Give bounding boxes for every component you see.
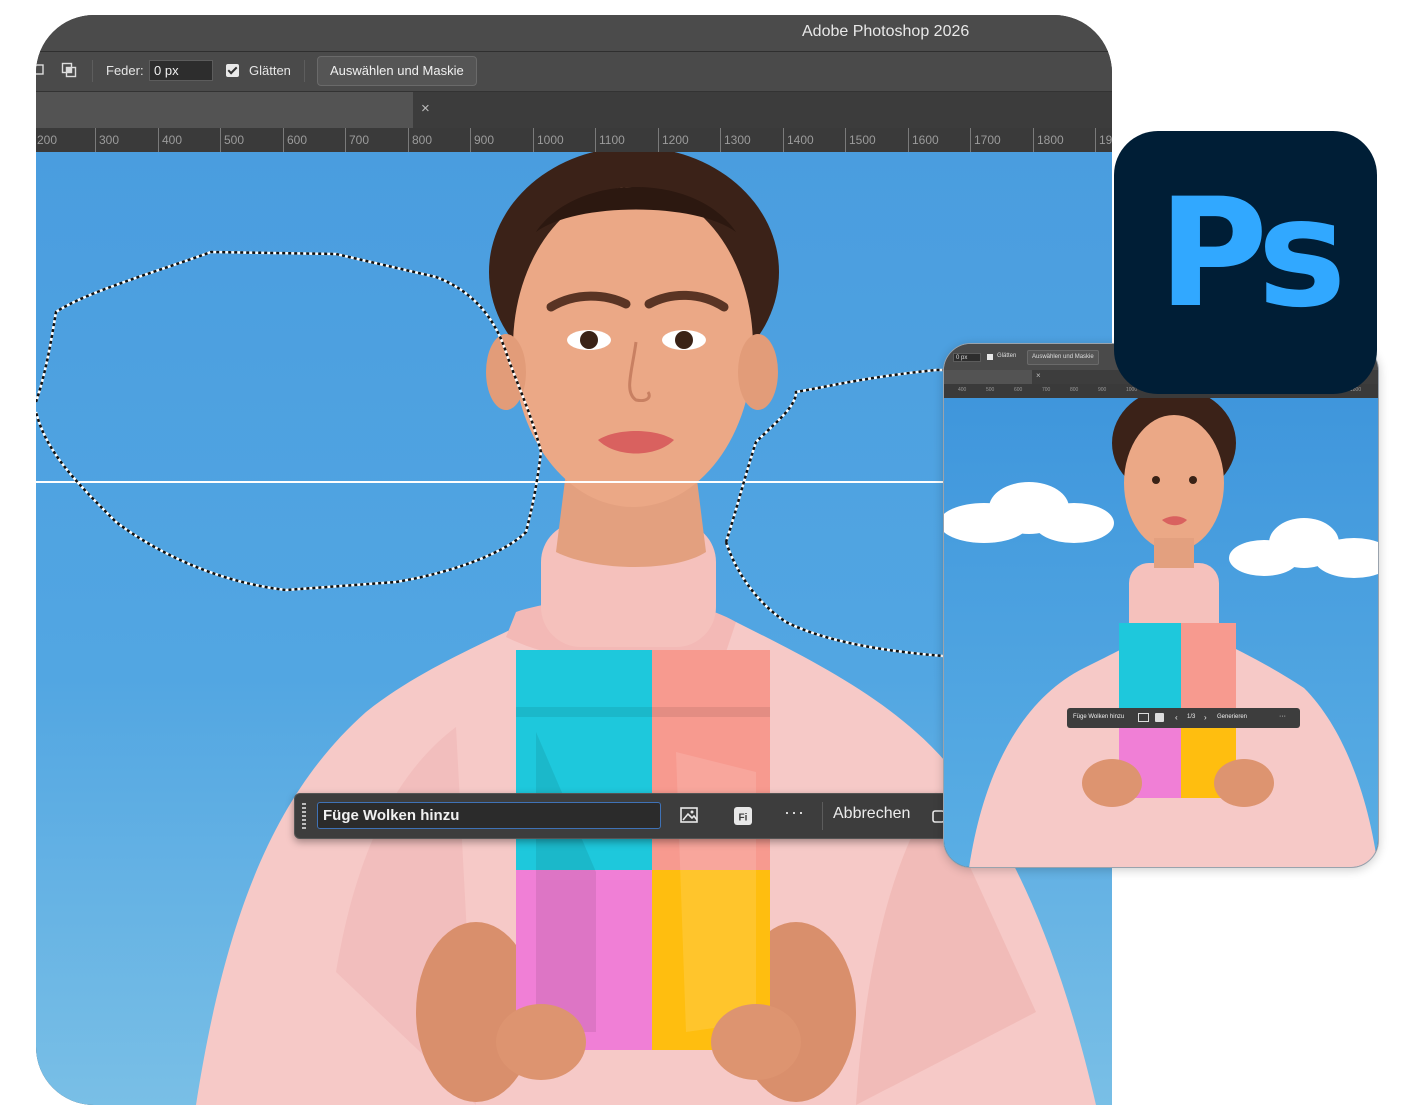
preview-close-tab-icon[interactable]: ×: [1036, 371, 1041, 380]
firefly-model-icon[interactable]: Fi: [732, 805, 754, 827]
preview-generate-button[interactable]: Generieren: [1217, 714, 1247, 720]
more-options-button[interactable]: ···: [784, 802, 805, 823]
preview-ruler-label: 400: [958, 387, 967, 393]
ruler-label: 1700: [970, 128, 1001, 152]
preview-ruler-label: 800: [1070, 387, 1079, 393]
ruler-label: 800: [408, 128, 432, 152]
preview-prompt-input[interactable]: Füge Wolken hinzu: [1073, 714, 1124, 720]
svg-text:Fi: Fi: [739, 813, 748, 824]
select-and-mask-button[interactable]: Auswählen und Maskie: [317, 56, 477, 86]
ruler-label: 700: [345, 128, 369, 152]
close-tab-icon[interactable]: ×: [421, 100, 430, 117]
ruler-label: 200: [36, 128, 57, 152]
preview-ruler-label: 900: [1098, 387, 1107, 393]
preview-reference-image-icon[interactable]: [1138, 713, 1149, 722]
ruler-label: 600: [283, 128, 307, 152]
preview-ruler-label: 700: [1042, 387, 1051, 393]
feather-label: Feder:: [106, 63, 144, 78]
preview-feather-input[interactable]: 0 px: [953, 353, 981, 362]
document-tab[interactable]: [36, 92, 413, 128]
ruler-label: 1000: [533, 128, 564, 152]
ruler-label: 500: [220, 128, 244, 152]
app-title: Adobe Photoshop 2026: [802, 23, 970, 40]
preview-canvas[interactable]: Füge Wolken hinzu ‹ 1/3 › Generieren ···: [944, 398, 1378, 867]
smooth-checkbox[interactable]: [226, 64, 239, 77]
preview-smooth-checkbox[interactable]: [987, 354, 993, 360]
preview-more-options-icon[interactable]: ···: [1279, 713, 1286, 720]
smooth-label: Glätten: [249, 63, 291, 78]
preview-previous-icon[interactable]: ‹: [1175, 713, 1178, 722]
contextual-taskbar: Füge Wolken hinzu Fi ··· Abbrechen: [294, 793, 946, 839]
preview-contextual-taskbar: Füge Wolken hinzu ‹ 1/3 › Generieren ···: [1067, 708, 1300, 728]
reference-image-icon[interactable]: [679, 805, 701, 827]
ruler-label: 1800: [1033, 128, 1064, 152]
result-preview-window: 0 px Glätten Auswählen und Maskie × 400 …: [943, 343, 1379, 868]
title-bar: Adobe Photoshop 2026: [36, 15, 1112, 52]
preview-firefly-model-icon[interactable]: [1155, 713, 1164, 722]
toolbar-separator: [92, 60, 93, 82]
preview-next-icon[interactable]: ›: [1204, 713, 1207, 722]
taskbar-divider: [822, 802, 823, 830]
preview-smooth-label: Glätten: [997, 353, 1017, 359]
ruler-label: 1300: [720, 128, 751, 152]
drag-handle-icon[interactable]: [302, 803, 306, 829]
preview-variation-counter: 1/3: [1187, 714, 1196, 720]
ruler-label: 400: [158, 128, 182, 152]
horizontal-ruler: 200 300 400 500 600 700 800 900 1000 110…: [36, 128, 1112, 153]
cancel-button[interactable]: Abbrechen: [833, 805, 910, 823]
preview-ruler-label: 500: [986, 387, 995, 393]
toolbar-separator: [304, 60, 305, 82]
ruler-label: 1400: [783, 128, 814, 152]
feather-input[interactable]: 0 px: [149, 60, 213, 81]
preview-select-mask-button[interactable]: Auswählen und Maskie: [1027, 350, 1099, 365]
document-tab-bar: ×: [36, 92, 1112, 128]
subtract-selection-icon[interactable]: [36, 62, 48, 78]
ruler-label: 1200: [658, 128, 689, 152]
intersect-selection-icon[interactable]: [61, 62, 77, 78]
generative-fill-prompt-input[interactable]: Füge Wolken hinzu: [317, 802, 661, 829]
ruler-label: 1600: [908, 128, 939, 152]
ruler-label: 900: [470, 128, 494, 152]
logo-text: Ps: [1158, 167, 1347, 341]
photoshop-logo: Ps: [1114, 131, 1377, 394]
preview-document-tab[interactable]: [944, 370, 1032, 384]
options-bar: Feder: 0 px Glätten Auswählen und Maskie: [36, 52, 1112, 92]
ruler-label: 19: [1095, 128, 1112, 152]
ruler-label: 1500: [845, 128, 876, 152]
preview-ruler-label: 600: [1014, 387, 1023, 393]
preview-artwork: [944, 398, 1378, 867]
ruler-label: 300: [95, 128, 119, 152]
ruler-label: 1100: [595, 128, 625, 152]
